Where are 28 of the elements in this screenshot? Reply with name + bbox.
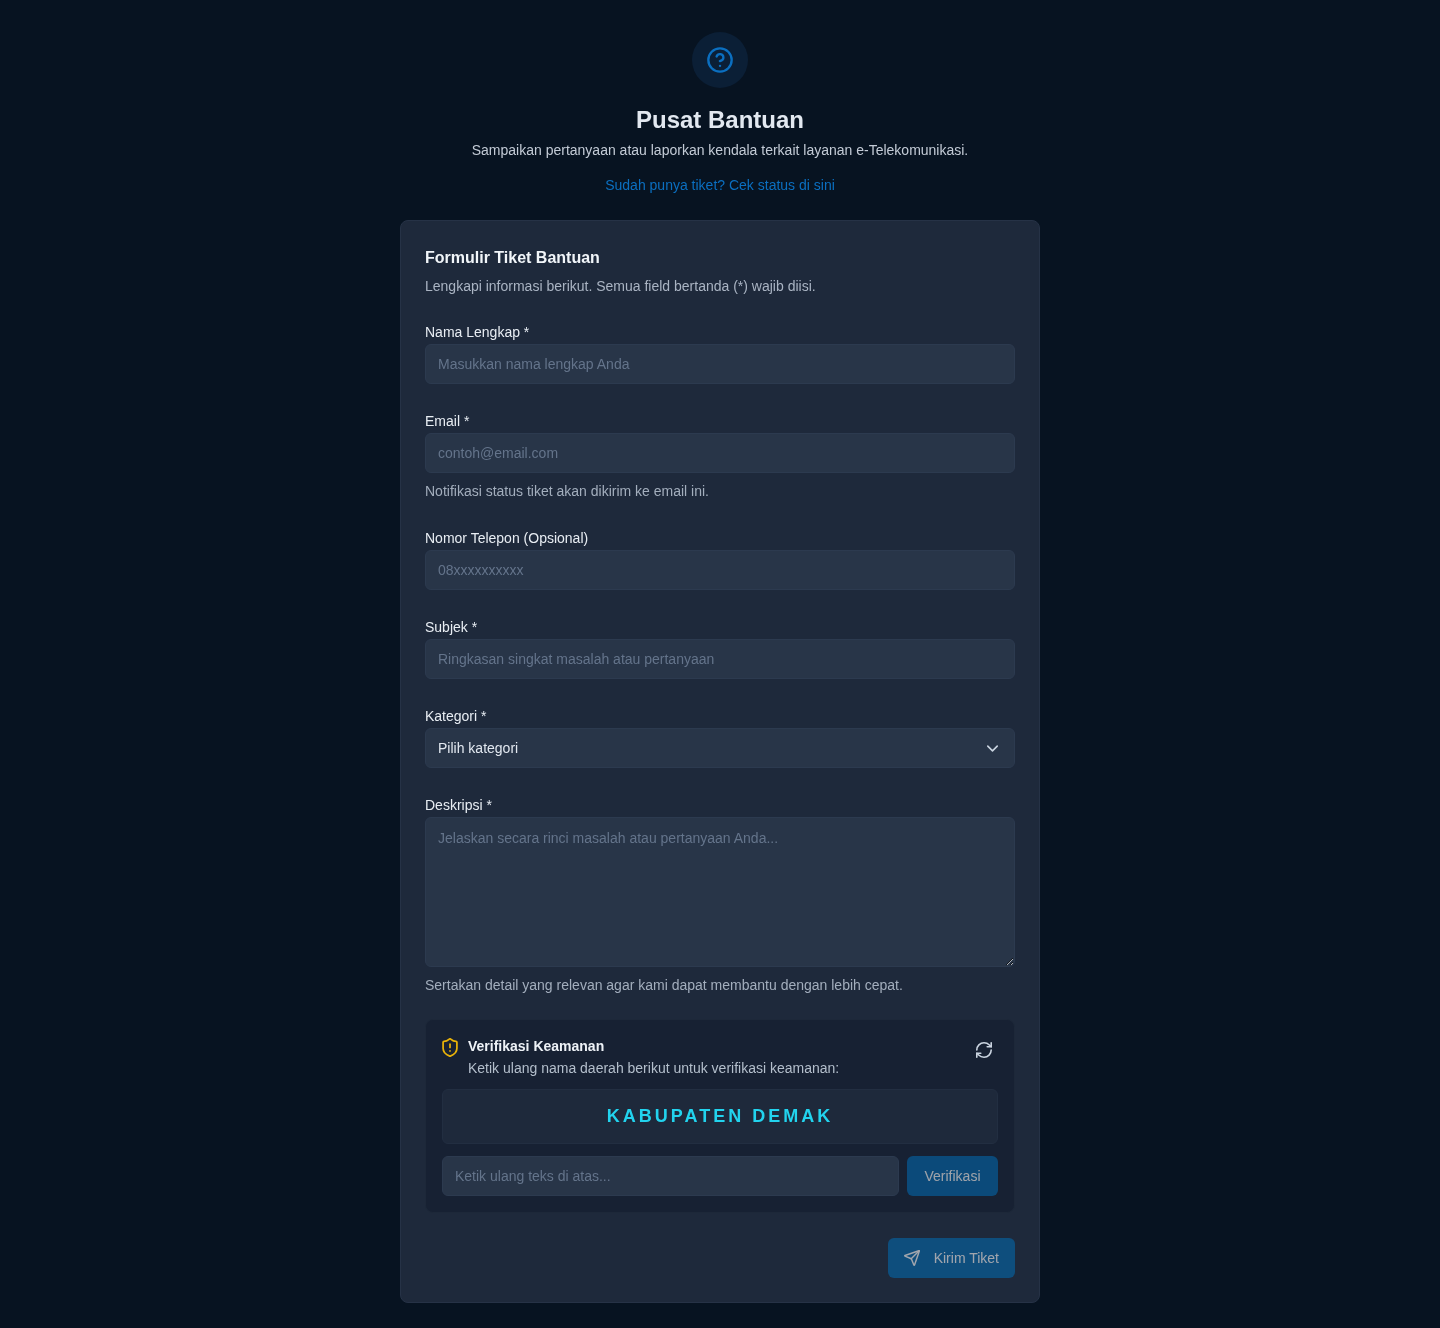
text-input[interactable]: 08xxxxxxxxxx xyxy=(425,550,1015,590)
chevron-down-icon xyxy=(987,744,998,752)
form-title: Formulir Tiket Bantuan xyxy=(425,248,601,268)
text-area[interactable]: Jelaskan secara rinci masalah atau pertanyaan Anda... xyxy=(425,817,1015,967)
verification-instruction: Ketik ulang nama daerah berikut untuk verifikasi keamanan: xyxy=(468,1059,840,1078)
text-input[interactable]: Ringkasan singkat masalah atau pertanyaan xyxy=(425,639,1015,679)
shield-alert-icon xyxy=(442,1038,458,1057)
send-icon xyxy=(903,1250,920,1266)
text-input[interactable]: Masukkan nama lengkap Anda xyxy=(425,344,1015,384)
question-icon xyxy=(692,32,748,88)
field-label: Nama Lengkap * xyxy=(425,323,531,342)
verification-title: Verifikasi Keamanan xyxy=(468,1037,605,1056)
check-status-link[interactable]: Sudah punya tiket? Cek status di sini xyxy=(605,175,835,195)
text-input[interactable]: contoh@email.com xyxy=(425,433,1015,473)
form-description: Lengkapi informasi berikut. Semua field bertanda (*) wajib diisi. xyxy=(425,277,817,296)
field-label: Email * xyxy=(425,412,471,431)
page-subtitle: Sampaikan pertanyaan atau laporkan kendala terkait layanan e-Telekomunikasi. xyxy=(471,141,969,160)
field-label: Subjek * xyxy=(425,618,479,637)
captcha-display: KABUPATEN DEMAK xyxy=(442,1089,998,1144)
page-title: Pusat Bantuan xyxy=(636,105,804,135)
field-label: Deskripsi * xyxy=(425,796,493,815)
field-hint: Sertakan detail yang relevan agar kami dapat membantu dengan lebih cepat. xyxy=(425,976,904,995)
field-label: Kategori * xyxy=(425,707,488,726)
field-hint: Notifikasi status tiket akan dikirim ke email ini. xyxy=(425,482,710,501)
field-label: Nomor Telepon (Opsional) xyxy=(425,529,590,548)
captcha-input[interactable]: Ketik ulang teks di atas... xyxy=(442,1156,899,1196)
dropdown-select[interactable]: Pilih kategori xyxy=(425,728,1015,768)
refresh-icon[interactable] xyxy=(976,1042,992,1058)
